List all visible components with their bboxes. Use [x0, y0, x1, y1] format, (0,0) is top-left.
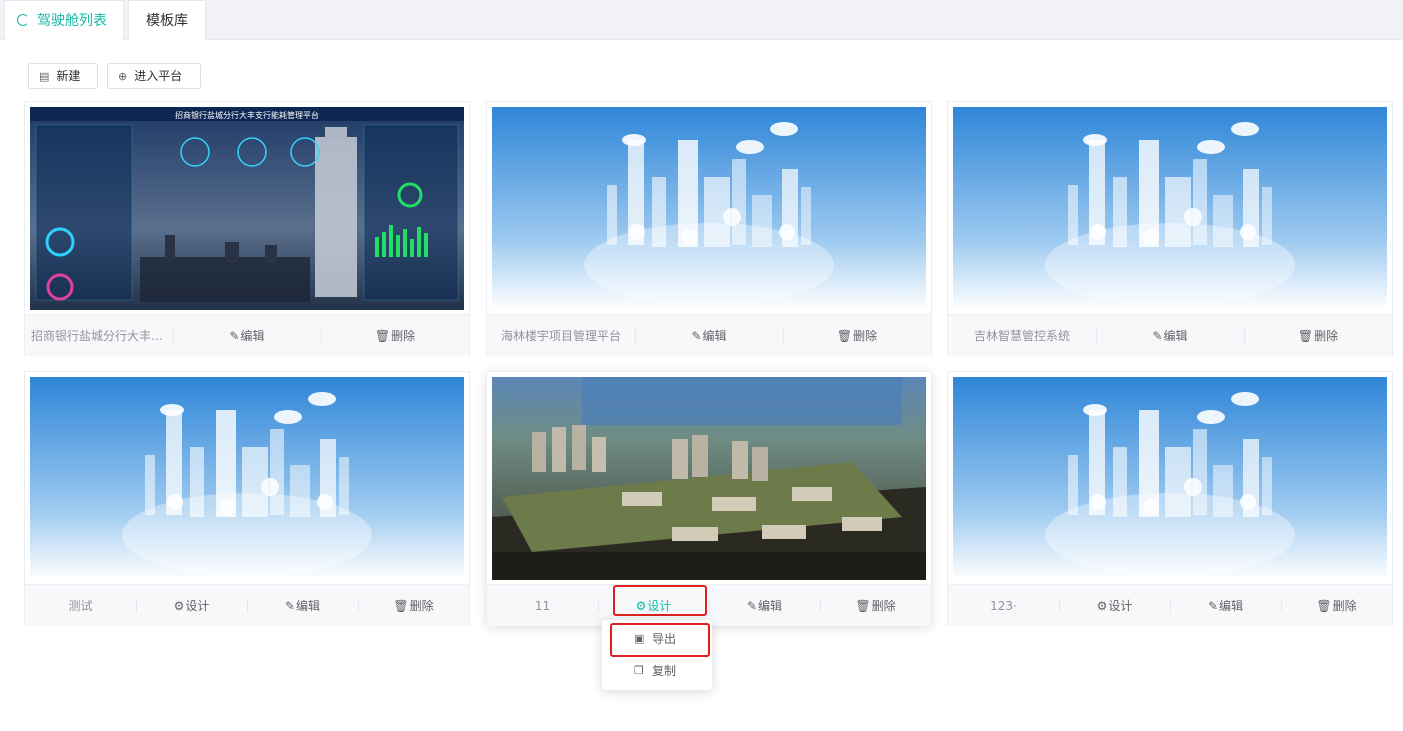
- card-thumbnail[interactable]: [492, 377, 926, 580]
- tab-label: 模板库: [146, 13, 188, 29]
- highlight-export-box: [610, 623, 710, 657]
- delete-label: 删除: [391, 329, 416, 343]
- enter-button-label: 进入平台: [134, 69, 183, 83]
- delete-label: 删除: [871, 599, 896, 613]
- enter-icon: ⊕: [118, 70, 128, 83]
- cockpit-card[interactable]: 123· ⚙设计 ✎编辑 🗑删除: [947, 371, 1393, 626]
- pencil-icon: ✎: [691, 329, 702, 343]
- highlight-design-box: [613, 585, 707, 616]
- delete-button[interactable]: 🗑删除: [358, 597, 469, 614]
- copy-icon: ❐: [634, 664, 644, 677]
- delete-label: 删除: [853, 329, 878, 343]
- tab-bar: 驾驶舱列表 模板库: [0, 0, 1403, 40]
- card-thumbnail[interactable]: 招商银行盐城分行大丰支行能耗管理平台: [30, 107, 464, 310]
- card-footer: 吉林智慧管控系统 ✎编辑 🗑删除: [948, 314, 1392, 356]
- cockpit-card[interactable]: 海林楼宇项目管理平台 ✎编辑 🗑删除: [486, 101, 932, 356]
- trash-icon: 🗑: [855, 599, 871, 613]
- card-title[interactable]: 海林楼宇项目管理平台: [487, 327, 635, 344]
- edit-button[interactable]: ✎编辑: [247, 597, 358, 614]
- cockpit-card[interactable]: 测试 ⚙设计 ✎编辑 🗑删除: [24, 371, 470, 626]
- edit-button[interactable]: ✎编辑: [1170, 597, 1281, 614]
- card-title[interactable]: 11: [487, 599, 598, 613]
- tab-label: 驾驶舱列表: [37, 13, 107, 29]
- edit-button[interactable]: ✎编辑: [709, 597, 820, 614]
- edit-label: 编辑: [758, 599, 783, 613]
- card-footer: 测试 ⚙设计 ✎编辑 🗑删除: [25, 584, 469, 626]
- card-thumbnail[interactable]: [953, 107, 1387, 310]
- card-footer: 123· ⚙设计 ✎编辑 🗑删除: [948, 584, 1392, 626]
- enter-platform-button[interactable]: ⊕ 进入平台: [107, 63, 201, 89]
- trash-icon: 🗑: [836, 329, 853, 343]
- trash-icon: 🗑: [374, 329, 391, 343]
- delete-button[interactable]: 🗑删除: [321, 327, 469, 344]
- sand-table-model-image: [492, 377, 926, 580]
- pencil-icon: ✎: [746, 599, 758, 613]
- card-footer: 海林楼宇项目管理平台 ✎编辑 🗑删除: [487, 314, 931, 356]
- delete-button[interactable]: 🗑删除: [1281, 597, 1392, 614]
- new-button[interactable]: ▤ 新建: [28, 63, 98, 89]
- city-placeholder-image: [492, 107, 926, 310]
- pencil-icon: ✎: [1152, 329, 1163, 343]
- design-label: 设计: [185, 599, 210, 613]
- pencil-icon: ✎: [229, 329, 240, 343]
- gear-icon: ⚙: [1096, 599, 1108, 613]
- delete-label: 删除: [1332, 599, 1357, 613]
- trash-icon: 🗑: [393, 599, 409, 613]
- delete-label: 删除: [409, 599, 434, 613]
- card-title[interactable]: 123·: [948, 599, 1059, 613]
- card-thumbnail[interactable]: [30, 377, 464, 580]
- card-title[interactable]: 测试: [25, 597, 136, 614]
- city-placeholder-image: [30, 377, 464, 580]
- delete-button[interactable]: 🗑删除: [1244, 327, 1392, 344]
- dashboard-preview-image: 招商银行盐城分行大丰支行能耗管理平台: [30, 107, 464, 310]
- edit-button[interactable]: ✎编辑: [1096, 327, 1244, 344]
- cockpit-card[interactable]: 招商银行盐城分行大丰支行能耗管理平台 招商银行盐城分行大丰支... ✎编辑 🗑删…: [24, 101, 470, 356]
- menu-item-label: 复制: [652, 664, 677, 678]
- design-label: 设计: [1108, 599, 1133, 613]
- refresh-icon: [17, 14, 29, 26]
- edit-label: 编辑: [1219, 599, 1244, 613]
- tab-cockpit-list[interactable]: 驾驶舱列表: [4, 0, 124, 40]
- edit-label: 编辑: [296, 599, 321, 613]
- edit-button[interactable]: ✎编辑: [173, 327, 321, 344]
- trash-icon: 🗑: [1316, 599, 1332, 613]
- trash-icon: 🗑: [1297, 329, 1314, 343]
- edit-label: 编辑: [1163, 329, 1188, 343]
- pencil-icon: ✎: [284, 599, 296, 613]
- card-thumbnail[interactable]: [953, 377, 1387, 580]
- cockpit-card[interactable]: 吉林智慧管控系统 ✎编辑 🗑删除: [947, 101, 1393, 356]
- city-placeholder-image: [953, 377, 1387, 580]
- edit-button[interactable]: ✎编辑: [635, 327, 783, 344]
- card-title[interactable]: 招商银行盐城分行大丰支...: [25, 327, 173, 344]
- pencil-icon: ✎: [1207, 599, 1219, 613]
- city-placeholder-image: [953, 107, 1387, 310]
- edit-label: 编辑: [702, 329, 727, 343]
- delete-button[interactable]: 🗑删除: [783, 327, 931, 344]
- design-button[interactable]: ⚙设计: [1059, 597, 1170, 614]
- edit-label: 编辑: [240, 329, 265, 343]
- new-button-label: 新建: [56, 69, 81, 83]
- delete-button[interactable]: 🗑删除: [820, 597, 931, 614]
- design-button[interactable]: ⚙设计: [136, 597, 247, 614]
- card-title[interactable]: 吉林智慧管控系统: [948, 327, 1096, 344]
- document-icon: ▤: [39, 70, 50, 83]
- delete-label: 删除: [1314, 329, 1339, 343]
- cockpit-card[interactable]: 11 ⚙设计 ✎编辑 🗑删除: [486, 371, 932, 626]
- menu-item-copy[interactable]: ❐ 复制: [602, 656, 712, 686]
- card-footer: 招商银行盐城分行大丰支... ✎编辑 🗑删除: [25, 314, 469, 356]
- dashboard-preview-title: 招商银行盐城分行大丰支行能耗管理平台: [175, 110, 319, 120]
- gear-icon: ⚙: [173, 599, 185, 613]
- tab-template-library[interactable]: 模板库: [128, 0, 206, 40]
- card-thumbnail[interactable]: [492, 107, 926, 310]
